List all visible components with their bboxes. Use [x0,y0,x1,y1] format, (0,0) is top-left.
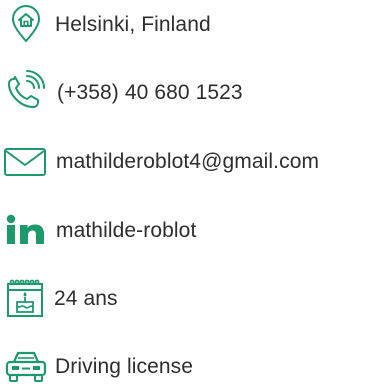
contact-license: Driving license [0,346,193,386]
phone-icon [4,70,50,112]
contact-email: mathilderoblot4@gmail.com [0,141,319,181]
car-icon [3,346,49,386]
location-text: Helsinki, Finland [55,12,211,36]
contact-location: Helsinki, Finland [0,4,211,44]
phone-text: (+358) 40 680 1523 [57,80,243,104]
email-text[interactable]: mathilderoblot4@gmail.com [56,151,319,172]
contact-age: 24 ans [0,278,118,318]
home-pin-icon [8,4,44,44]
linkedin-text[interactable]: mathilde-roblot [56,220,196,241]
contact-linkedin: mathilde-roblot [0,210,196,250]
mail-icon [0,141,50,181]
linkedin-icon [2,210,52,250]
contact-phone: (+358) 40 680 1523 [0,70,243,112]
age-text: 24 ans [54,286,118,310]
license-text: Driving license [55,354,194,378]
birthday-calendar-icon [3,276,47,320]
